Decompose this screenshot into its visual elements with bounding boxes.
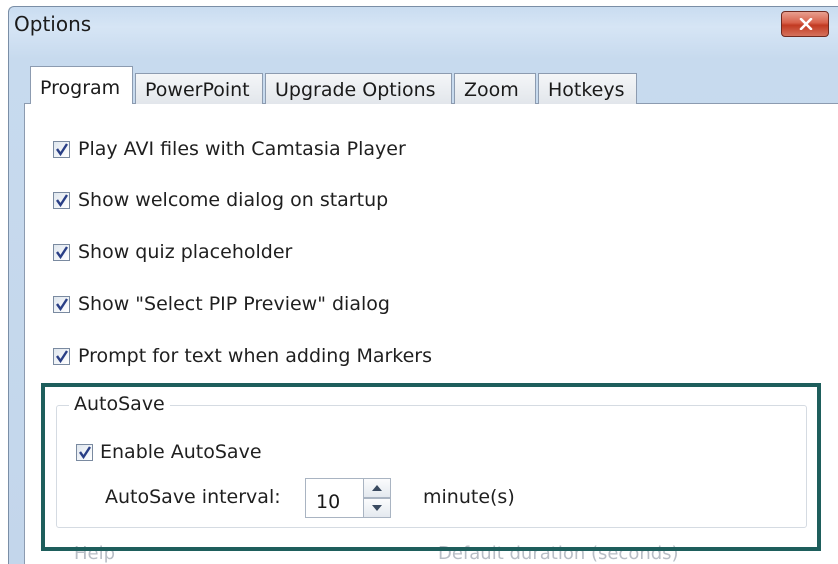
option-play-avi[interactable]: Play AVI files with Camtasia Player — [53, 137, 406, 161]
checkmark-icon — [56, 297, 69, 311]
option-label: Show "Select PIP Preview" dialog — [78, 293, 390, 315]
tab-hotkeys[interactable]: Hotkeys — [538, 73, 637, 104]
tab-label: Hotkeys — [548, 79, 625, 101]
checkbox[interactable] — [53, 295, 70, 313]
tab-upgrade-options[interactable]: Upgrade Options — [265, 73, 452, 104]
checkbox[interactable] — [53, 347, 70, 365]
tab-powerpoint[interactable]: PowerPoint — [135, 73, 263, 104]
checkbox[interactable] — [53, 191, 70, 209]
tab-label: Upgrade Options — [275, 79, 436, 101]
checkmark-icon — [56, 142, 69, 156]
checkmark-icon — [56, 193, 69, 207]
checkmark-icon — [56, 349, 69, 363]
tab-zoom[interactable]: Zoom — [454, 73, 536, 104]
close-button[interactable] — [781, 11, 829, 37]
checkbox[interactable] — [53, 140, 70, 158]
option-label: Show quiz placeholder — [78, 241, 293, 263]
dialog-title: Options — [14, 12, 92, 36]
option-welcome-dialog[interactable]: Show welcome dialog on startup — [53, 188, 388, 212]
checkbox[interactable] — [53, 243, 70, 261]
option-quiz-placeholder[interactable]: Show quiz placeholder — [53, 240, 292, 264]
option-label: Show welcome dialog on startup — [78, 189, 389, 211]
tab-label: Program — [40, 77, 121, 99]
option-prompt-markers[interactable]: Prompt for text when adding Markers — [53, 344, 432, 368]
tab-label: PowerPoint — [145, 79, 250, 101]
tab-program[interactable]: Program — [30, 66, 133, 104]
tab-label: Zoom — [464, 79, 519, 101]
close-icon — [799, 18, 813, 30]
option-pip-preview[interactable]: Show "Select PIP Preview" dialog — [53, 292, 390, 316]
checkmark-icon — [56, 245, 69, 259]
autosave-highlight-box — [41, 383, 821, 551]
option-label: Play AVI files with Camtasia Player — [78, 138, 406, 160]
option-label: Prompt for text when adding Markers — [78, 345, 433, 367]
